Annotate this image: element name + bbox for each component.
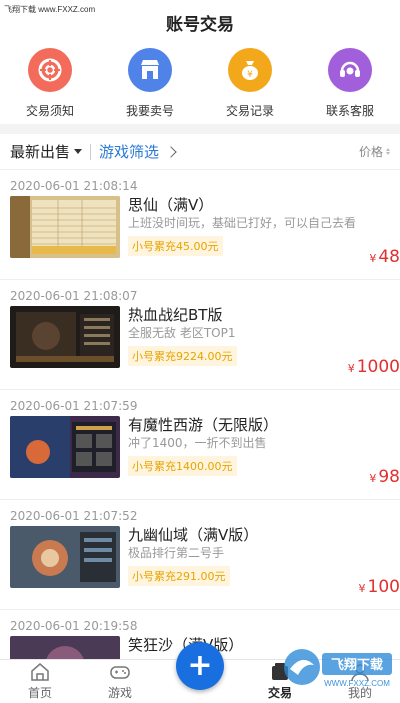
- game-name: 思仙（满V）: [128, 196, 214, 214]
- plus-icon: +: [187, 648, 213, 683]
- list-item[interactable]: 2020-06-01 21:07:59 有魔性西游（无限版） 冲了1400，一折…: [0, 390, 400, 500]
- game-filter-button[interactable]: 游戏筛选: [99, 141, 177, 162]
- headset-icon: [328, 48, 372, 92]
- game-name: 有魔性西游（无限版）: [128, 416, 279, 434]
- filter-divider: [90, 143, 92, 160]
- currency-symbol: ¥: [347, 362, 355, 375]
- quick-action-trade-records[interactable]: ¥ 交易记录: [205, 48, 295, 119]
- price-value: 98: [378, 467, 400, 487]
- home-icon: [31, 663, 49, 681]
- watermark-url: www.FXXZ.com: [38, 5, 96, 14]
- recharge-tag: 小号累充1400.00元: [128, 456, 237, 476]
- currency-symbol: ¥: [369, 252, 377, 265]
- price-value: 1000: [356, 357, 400, 377]
- list-item[interactable]: 2020-06-01 21:07:52 九幽仙域（满V版） 极品排行第二号手 小…: [0, 500, 400, 610]
- listing-time: 2020-06-01 21:08:07: [10, 289, 138, 303]
- listing-time: 2020-06-01 21:07:52: [10, 509, 138, 523]
- watermark-brand: 飞翔下载: [4, 5, 36, 14]
- logo-text: 飞翔下载: [331, 657, 383, 673]
- price-value: 48: [378, 247, 400, 267]
- currency-symbol: ¥: [358, 582, 366, 595]
- lifebuoy-icon: [28, 48, 72, 92]
- listing-description: 全服无敌 老区TOP1: [128, 326, 236, 340]
- quick-action-sell-account[interactable]: 我要卖号: [105, 48, 195, 119]
- publish-button[interactable]: +: [176, 642, 224, 690]
- listing-description: 冲了1400，一折不到出售: [128, 436, 267, 450]
- listing-time: 2020-06-01 21:08:14: [10, 179, 138, 193]
- recharge-tag: 小号累充291.00元: [128, 566, 230, 586]
- tab-games[interactable]: 游戏: [80, 660, 160, 703]
- quick-action-label: 联系客服: [325, 104, 374, 118]
- coin-bag-icon: ¥: [228, 48, 272, 92]
- listing-thumbnail: [10, 306, 120, 368]
- listing-price: ¥100: [359, 577, 400, 597]
- latest-sale-label: 最新出售: [10, 143, 71, 161]
- tab-label: 游戏: [107, 686, 132, 700]
- recharge-tag: 小号累充45.00元: [128, 236, 223, 256]
- price-sort-label: 价格: [358, 145, 383, 159]
- listing-thumbnail: [10, 526, 120, 588]
- price-sort-button[interactable]: 价格: [359, 143, 390, 160]
- listing-list: 2020-06-01 21:08:14 思仙（满V） 上班没时间玩，基础已打好，…: [0, 170, 400, 703]
- listing-description: 上班没时间玩，基础已打好，可以自己去看: [128, 216, 357, 230]
- section-divider: [0, 124, 400, 134]
- logo-watermark: 飞翔下载 WWW.FXXZ.COM: [284, 649, 392, 688]
- caret-down-icon: [74, 149, 83, 154]
- listing-price: ¥1000: [348, 357, 400, 377]
- game-name: 九幽仙域（满V版）: [128, 526, 259, 544]
- quick-action-label: 交易须知: [25, 104, 74, 118]
- listing-time: 2020-06-01 21:07:59: [10, 399, 138, 413]
- listing-price: ¥48: [369, 247, 400, 267]
- quick-action-label: 我要卖号: [125, 104, 174, 118]
- chevron-right-icon: [165, 145, 177, 158]
- game-filter-label: 游戏筛选: [99, 143, 160, 161]
- list-item[interactable]: 2020-06-01 21:08:07 热血战纪BT版 全服无敌 老区TOP1 …: [0, 280, 400, 390]
- shop-icon: [128, 48, 172, 92]
- quick-action-label: 交易记录: [225, 104, 274, 118]
- filter-bar: 最新出售 游戏筛选 价格: [0, 134, 400, 170]
- svg-text:¥: ¥: [247, 70, 253, 80]
- price-value: 100: [367, 577, 400, 597]
- tab-home[interactable]: 首页: [0, 660, 80, 703]
- list-item[interactable]: 2020-06-01 21:08:14 思仙（满V） 上班没时间玩，基础已打好，…: [0, 170, 400, 280]
- tab-label: 首页: [27, 686, 52, 700]
- listing-thumbnail: [10, 416, 120, 478]
- listing-time: 2020-06-01 20:19:58: [10, 619, 138, 633]
- quick-action-trade-notice[interactable]: 交易须知: [5, 48, 95, 119]
- game-name: 热血战纪BT版: [128, 306, 223, 324]
- listing-thumbnail: [10, 196, 120, 258]
- currency-symbol: ¥: [369, 472, 377, 485]
- sort-icon: [386, 148, 390, 155]
- gamepad-icon: [110, 666, 130, 679]
- latest-sale-dropdown[interactable]: 最新出售: [10, 141, 83, 162]
- recharge-tag: 小号累充9224.00元: [128, 346, 237, 366]
- listing-price: ¥98: [369, 467, 400, 487]
- watermark-top: 飞翔下载 www.FXXZ.com: [4, 4, 95, 15]
- logo-url: WWW.FXXZ.COM: [324, 679, 390, 688]
- page-title: 账号交易: [166, 14, 234, 35]
- quick-action-customer-service[interactable]: 联系客服: [305, 48, 395, 119]
- listing-description: 极品排行第二号手: [128, 546, 225, 560]
- quick-actions: 交易须知 我要卖号 ¥ 交易记录 联系客服: [0, 44, 400, 124]
